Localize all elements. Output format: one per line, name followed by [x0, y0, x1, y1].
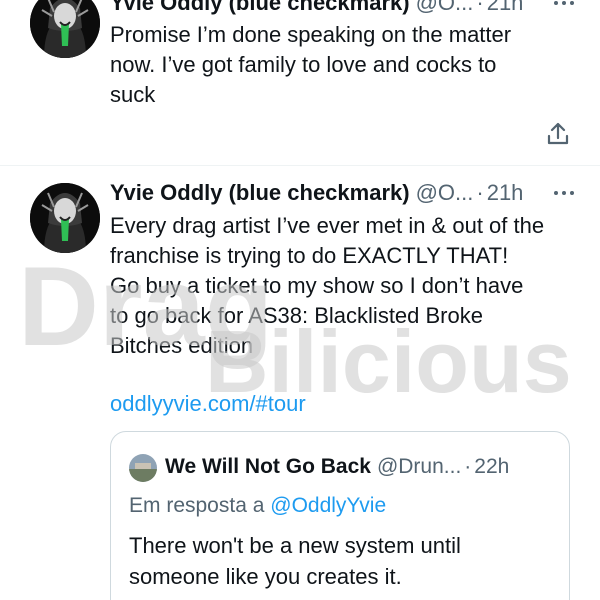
handle[interactable]: @O...	[416, 180, 474, 206]
tweet-text-line: now. I’ve got family to love and cocks t…	[110, 52, 497, 77]
tweet-text-line: to go back for AS38: Blacklisted Broke	[110, 303, 483, 328]
tweet-text: Promise I’m done speaking on the matter …	[110, 20, 580, 110]
quoted-text-line: someone like you creates it.	[129, 564, 402, 589]
display-name[interactable]: Yvie Oddly (blue checkmark)	[110, 180, 410, 206]
separator-dot: ·	[476, 180, 484, 205]
tweet-text-line: suck	[110, 82, 156, 107]
quoted-header: We Will Not Go Back @Drun... · 22h	[165, 452, 509, 482]
tweet[interactable]: Yvie Oddly (blue checkmark) @O... · 21h …	[0, 0, 600, 165]
timestamp[interactable]: 21h	[487, 180, 524, 206]
avatar-image	[30, 0, 100, 58]
separator-dot: ·	[464, 455, 472, 478]
display-name[interactable]: Yvie Oddly (blue checkmark)	[110, 0, 410, 16]
timestamp[interactable]: 22h	[474, 455, 509, 479]
handle[interactable]: @O...	[416, 0, 474, 16]
tour-link[interactable]: oddlyyvie.com/#tour	[110, 391, 306, 417]
display-name[interactable]: We Will Not Go Back	[165, 455, 371, 479]
reply-context: Em resposta a @OddlyYvie	[129, 494, 386, 518]
more-horizontal-icon[interactable]	[548, 1, 580, 5]
timeline: Yvie Oddly (blue checkmark) @O... · 21h …	[0, 0, 600, 600]
tweet-text: Every drag artist I’ve ever met in & out…	[110, 211, 580, 361]
tweet-text-line: Go buy a ticket to my show so I don’t ha…	[110, 273, 524, 298]
avatar[interactable]	[129, 454, 157, 482]
avatar-image	[30, 183, 100, 253]
tweet-text-line: Promise I’m done speaking on the matter	[110, 22, 512, 47]
quoted-text: There won't be a new system until someon…	[129, 530, 461, 592]
handle[interactable]: @Drun...	[377, 455, 461, 479]
share-upload-icon[interactable]	[544, 120, 572, 148]
reply-mention-link[interactable]: @OddlyYvie	[270, 494, 386, 517]
avatar[interactable]	[30, 0, 100, 58]
tweet-text-line: Every drag artist I’ve ever met in & out…	[110, 213, 545, 238]
avatar[interactable]	[30, 183, 100, 253]
tweet-text-line: Bitches edition	[110, 333, 254, 358]
tweet-header: Yvie Oddly (blue checkmark) @O... · 21h	[110, 0, 580, 18]
quoted-avatar-image	[129, 454, 157, 482]
tweet-text-line: franchise is trying to do EXACTLY THAT!	[110, 243, 509, 268]
separator-dot: ·	[476, 0, 484, 15]
tweet-header: Yvie Oddly (blue checkmark) @O... · 21h	[110, 178, 580, 208]
quoted-tweet[interactable]: We Will Not Go Back @Drun... · 22h Em re…	[110, 431, 570, 600]
quoted-text-line: There won't be a new system until	[129, 533, 461, 558]
timestamp[interactable]: 21h	[487, 0, 524, 16]
more-horizontal-icon[interactable]	[548, 191, 580, 195]
reply-prefix: Em resposta a	[129, 494, 265, 517]
